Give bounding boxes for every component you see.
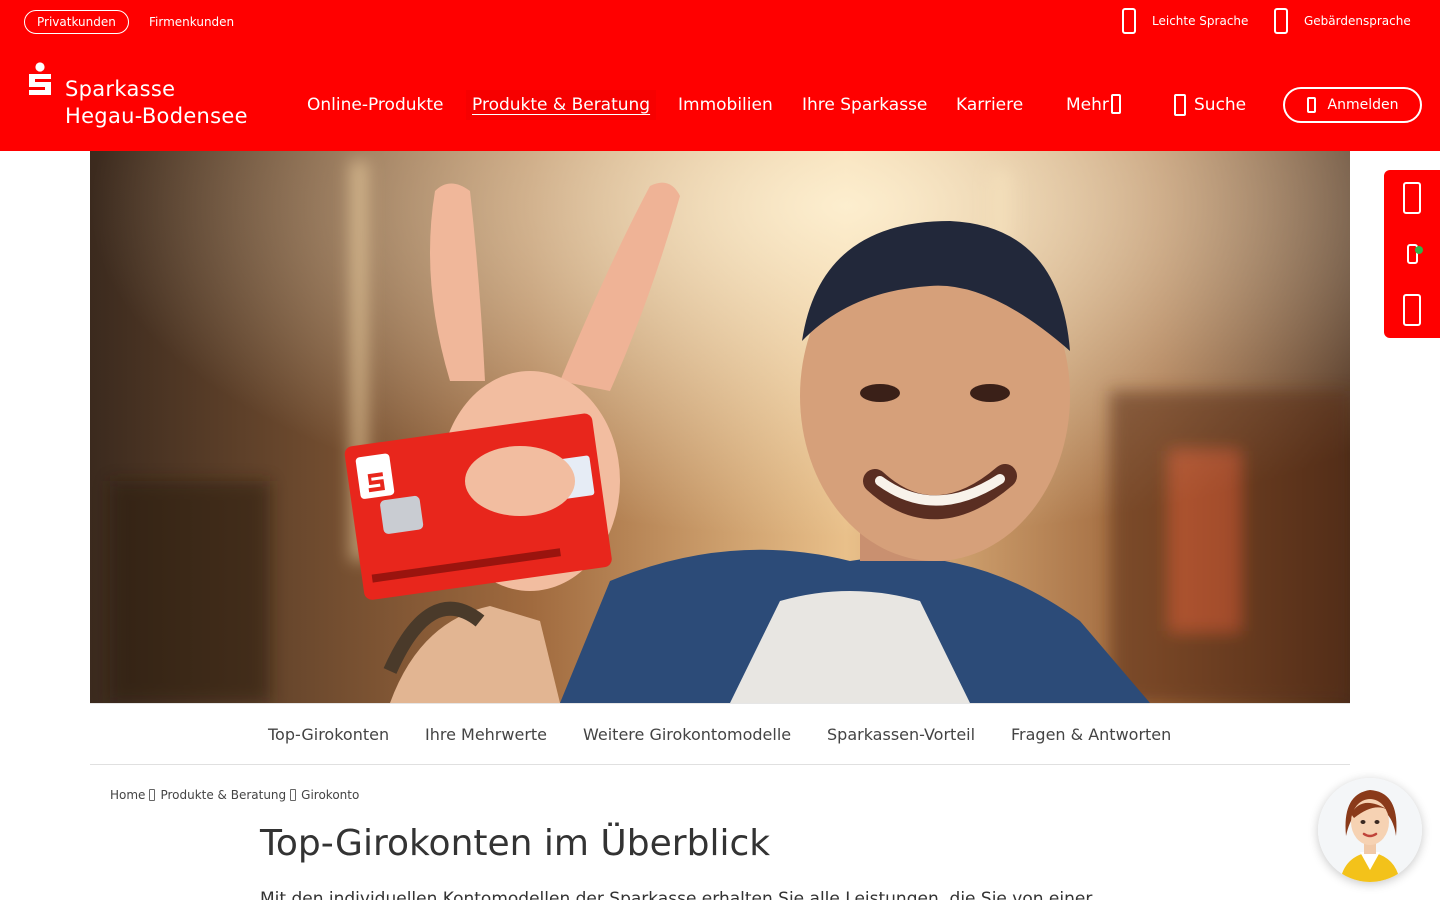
nav-online-produkte[interactable]: Online-Produkte	[307, 90, 443, 120]
sign-language-label: Gebärdensprache	[1304, 14, 1411, 28]
anchor-ihre-mehrwerte[interactable]: Ihre Mehrwerte	[425, 724, 547, 746]
segment-privatkunden[interactable]: Privatkunden	[24, 10, 129, 34]
site-header: Privatkunden Firmenkunden Leichte Sprach…	[0, 0, 1440, 151]
intro-text: Mit den individuellen Kontomodellen der …	[260, 889, 1093, 900]
search-button[interactable]: Suche	[1174, 90, 1246, 120]
easy-language-link[interactable]: Leichte Sprache	[1122, 6, 1248, 36]
chat-assistant-button[interactable]	[1318, 778, 1422, 882]
login-label: Anmelden	[1327, 97, 1399, 113]
logo-line-1: Sparkasse	[65, 77, 176, 101]
nav-ihre-sparkasse[interactable]: Ihre Sparkasse	[802, 90, 927, 120]
chevron-right-icon	[290, 789, 297, 801]
side-chat-button[interactable]	[1384, 226, 1440, 282]
hero-photo	[90, 151, 1350, 703]
chat-assistant-avatar-icon	[1318, 778, 1422, 882]
logo-line-2: Hegau-Bodensee	[65, 104, 248, 128]
page-title: Top-Girokonten im Überblick	[260, 823, 771, 864]
anchor-sparkassen-vorteil[interactable]: Sparkassen-Vorteil	[827, 724, 975, 746]
sign-language-icon	[1274, 8, 1288, 34]
top-utility-bar: Privatkunden Firmenkunden Leichte Sprach…	[0, 0, 1440, 44]
anchor-top-girokonten[interactable]: Top-Girokonten	[268, 724, 389, 746]
sparkasse-s-logo-icon	[29, 62, 51, 95]
sparkasse-logo[interactable]: Sparkasse Hegau-Bodensee	[26, 62, 266, 132]
nav-immobilien[interactable]: Immobilien	[678, 90, 773, 120]
side-contact-bar	[1384, 170, 1440, 338]
search-label: Suche	[1194, 95, 1247, 115]
segment-firmenkunden[interactable]: Firmenkunden	[149, 10, 234, 34]
sign-language-link[interactable]: Gebärdensprache	[1274, 6, 1411, 36]
nav-mehr[interactable]: Mehr	[1066, 90, 1121, 120]
anchor-weitere-girokontomodelle[interactable]: Weitere Girokontomodelle	[583, 724, 791, 746]
search-icon	[1174, 94, 1186, 116]
login-button[interactable]: Anmelden	[1283, 87, 1422, 123]
anchor-navigation: Top-Girokonten Ihre Mehrwerte Weitere Gi…	[90, 703, 1350, 765]
breadcrumb-produkte-beratung[interactable]: Produkte & Beratung	[160, 786, 286, 804]
easy-language-label: Leichte Sprache	[1152, 14, 1249, 28]
mail-icon	[1403, 294, 1421, 326]
anchor-fragen-antworten[interactable]: Fragen & Antworten	[1011, 724, 1171, 746]
breadcrumb: Home Produkte & Beratung Girokonto	[110, 786, 359, 804]
easy-language-icon	[1122, 8, 1136, 34]
lock-icon	[1306, 97, 1316, 113]
chevron-down-icon	[1110, 94, 1121, 114]
nav-produkte-beratung[interactable]: Produkte & Beratung	[466, 90, 656, 120]
breadcrumb-home[interactable]: Home	[110, 786, 145, 804]
side-mail-button[interactable]	[1384, 282, 1440, 338]
online-status-dot	[1415, 246, 1423, 254]
nav-mehr-label: Mehr	[1066, 95, 1109, 115]
chevron-right-icon	[149, 789, 156, 801]
breadcrumb-current: Girokonto	[301, 788, 360, 802]
nav-karriere[interactable]: Karriere	[956, 90, 1023, 120]
side-phone-button[interactable]	[1384, 170, 1440, 226]
phone-icon	[1403, 182, 1421, 214]
logo-wordmark: Sparkasse Hegau-Bodensee	[65, 76, 248, 130]
hero-image	[90, 151, 1350, 703]
